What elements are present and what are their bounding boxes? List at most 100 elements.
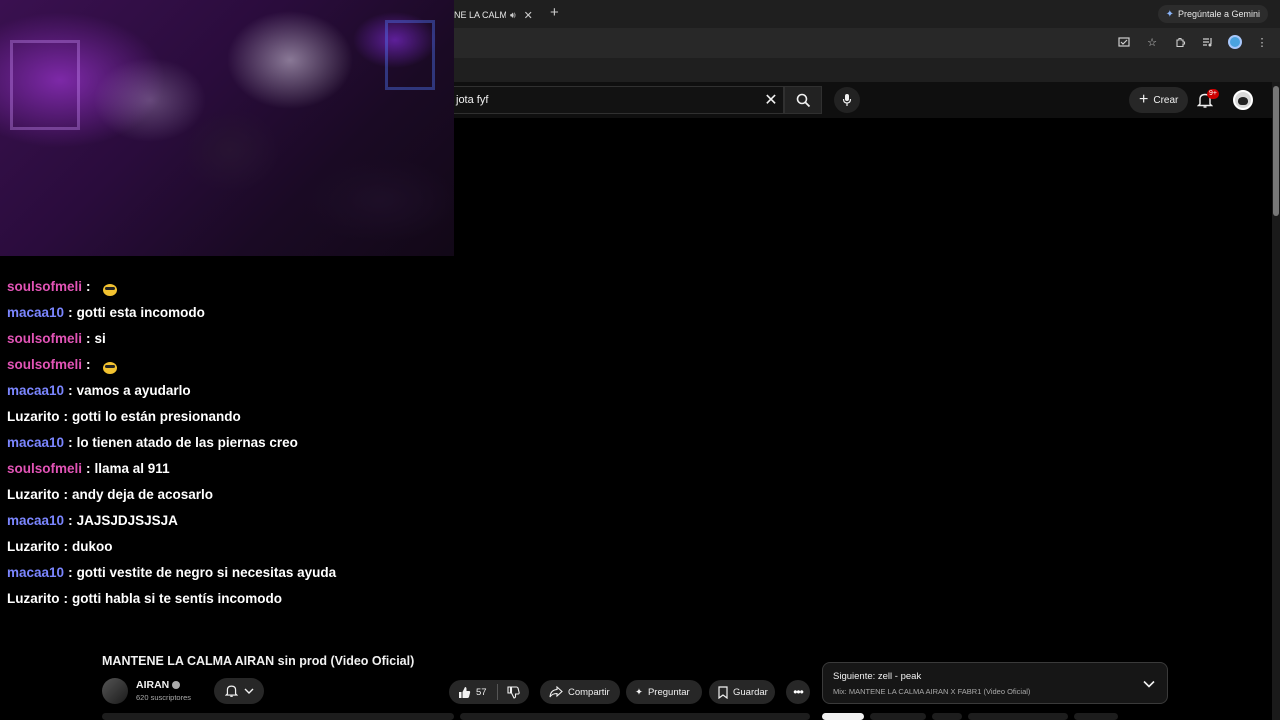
chat-text: llama al 911 xyxy=(94,461,170,476)
chat-username: macaa10 xyxy=(7,513,65,528)
chat-message: Luzarito: andy deja de acosarlo xyxy=(7,482,447,508)
chat-username: soulsofmeli xyxy=(7,279,83,294)
divider xyxy=(496,684,498,700)
page-scrollbar[interactable] xyxy=(1272,82,1280,720)
up-next-title: Siguiente: zell - peak xyxy=(833,671,922,682)
comment-input-edge xyxy=(102,713,454,720)
chat-separator: : xyxy=(63,591,69,606)
search-query[interactable]: jota fyf xyxy=(454,94,759,106)
sparkle-icon: ✦ xyxy=(635,686,643,698)
chat-separator: : xyxy=(86,279,91,294)
chat-message: macaa10: gotti esta incomodo xyxy=(7,300,447,326)
chat-text: si xyxy=(94,331,106,346)
like-count[interactable]: 57 xyxy=(476,687,487,698)
clear-search-icon[interactable]: ✕ xyxy=(759,90,783,110)
ask-button[interactable]: ✦ Preguntar xyxy=(626,680,702,704)
chip[interactable] xyxy=(932,713,962,720)
chat-text: gotti vestite de negro si necesitas ayud… xyxy=(76,565,337,580)
chat-message: soulsofmeli: xyxy=(7,352,447,378)
speaker-icon[interactable]: 🔊︎ xyxy=(510,10,516,21)
chat-text: gotti habla si te sentís incomodo xyxy=(72,591,283,606)
new-tab-button[interactable]: + xyxy=(550,5,559,21)
chat-username: macaa10 xyxy=(7,305,65,320)
channel-name-text[interactable]: AIRAN xyxy=(136,679,169,691)
search-input[interactable]: jota fyf ✕ xyxy=(454,86,784,114)
sparkle-icon: ✦ xyxy=(1165,8,1174,20)
bookmark-star-icon[interactable]: ☆ xyxy=(1144,34,1160,50)
chat-text: dukoo xyxy=(72,539,113,554)
voice-search-button[interactable] xyxy=(834,87,860,113)
share-button[interactable]: Compartir xyxy=(540,680,620,704)
more-actions-button[interactable]: ••• xyxy=(786,680,810,704)
like-dislike-group: 57 xyxy=(449,680,529,704)
chat-username: Luzarito xyxy=(7,539,60,554)
chip[interactable] xyxy=(870,713,926,720)
chat-separator: : xyxy=(63,539,69,554)
chat-message: macaa10: gotti vestite de negro si necesi… xyxy=(7,560,447,586)
subscriber-count: 620 suscriptores xyxy=(136,693,192,702)
thumbs-down-icon xyxy=(507,685,520,699)
gemini-label: Pregúntale a Gemini xyxy=(1177,9,1260,19)
thumbs-up-icon xyxy=(459,686,471,698)
notifications-button[interactable]: 9+ xyxy=(1197,89,1219,110)
chat-text: vamos a ayudarlo xyxy=(76,383,191,398)
browser-tab[interactable]: NE LA CALMA 🔊︎ ✕ xyxy=(454,4,544,26)
bookmark-icon xyxy=(718,685,728,699)
chat-text: gotti lo están presionando xyxy=(72,409,241,424)
close-icon[interactable]: ✕ xyxy=(524,9,533,22)
chat-username: Luzarito xyxy=(7,487,60,502)
subscription-bell-button[interactable] xyxy=(214,678,264,704)
ask-label: Preguntar xyxy=(647,686,690,698)
chat-separator: : xyxy=(68,435,73,450)
chip-selected[interactable] xyxy=(822,713,864,720)
chat-separator: : xyxy=(86,461,91,476)
account-avatar[interactable] xyxy=(1233,90,1253,110)
chat-username: macaa10 xyxy=(7,435,65,450)
chevron-down-icon[interactable] xyxy=(1143,675,1155,693)
share-label: Compartir xyxy=(568,686,610,698)
browser-toolbar: ☆ ⋮ xyxy=(454,28,1280,58)
channel-avatar[interactable] xyxy=(102,678,128,704)
save-label: Guardar xyxy=(733,686,768,698)
youtube-header: jota fyf ✕ + Crear 9+ xyxy=(454,82,1272,118)
chip[interactable] xyxy=(1074,713,1118,720)
create-button[interactable]: + Crear xyxy=(1129,87,1189,113)
emoji-icon xyxy=(102,284,117,296)
extensions-icon[interactable] xyxy=(1172,34,1188,50)
chat-message: Luzarito: dukoo xyxy=(7,534,447,560)
chat-separator: : xyxy=(68,513,73,528)
chat-username: macaa10 xyxy=(7,383,65,398)
chat-message: soulsofmeli: xyxy=(7,274,447,300)
browser-tab-bar: NE LA CALMA 🔊︎ ✕ + ✦ Pregúntale a Gemini xyxy=(454,0,1280,28)
search-button[interactable] xyxy=(784,86,822,114)
emoji-icon xyxy=(102,362,117,374)
chat-text: gotti esta incomodo xyxy=(76,305,205,320)
chip[interactable] xyxy=(968,713,1068,720)
chat-username: soulsofmeli xyxy=(7,461,83,476)
description-edge xyxy=(460,713,810,720)
chat-username: soulsofmeli xyxy=(7,357,83,372)
profile-avatar[interactable] xyxy=(1228,35,1242,49)
create-label: Crear xyxy=(1153,94,1179,106)
search-icon xyxy=(796,93,810,107)
gemini-button[interactable]: ✦ Pregúntale a Gemini xyxy=(1157,5,1268,23)
dislike-button[interactable] xyxy=(507,685,520,699)
chat-separator: : xyxy=(86,357,91,372)
cast-icon[interactable] xyxy=(1116,34,1132,50)
more-menu-icon[interactable]: ⋮ xyxy=(1254,34,1270,50)
like-button[interactable] xyxy=(458,686,471,699)
window-frame xyxy=(10,40,80,130)
chat-log: soulsofmeli: macaa10: gotti esta incomodo… xyxy=(7,274,447,612)
up-next-card[interactable]: Siguiente: zell - peak Mix: MANTENE LA C… xyxy=(822,662,1168,704)
chevron-down-icon xyxy=(244,686,254,697)
chat-username: Luzarito xyxy=(7,591,60,606)
save-button[interactable]: Guardar xyxy=(709,680,775,704)
channel-name[interactable]: AIRAN xyxy=(136,679,181,691)
verified-icon xyxy=(172,681,181,689)
chat-separator: : xyxy=(68,305,73,320)
chat-username: soulsofmeli xyxy=(7,331,83,346)
scrollbar-thumb[interactable] xyxy=(1273,86,1279,216)
media-controls-icon[interactable] xyxy=(1200,34,1216,50)
chat-message: Luzarito: gotti lo están presionando xyxy=(7,404,447,430)
chat-text: JAJSJDJSJSJA xyxy=(76,513,178,528)
